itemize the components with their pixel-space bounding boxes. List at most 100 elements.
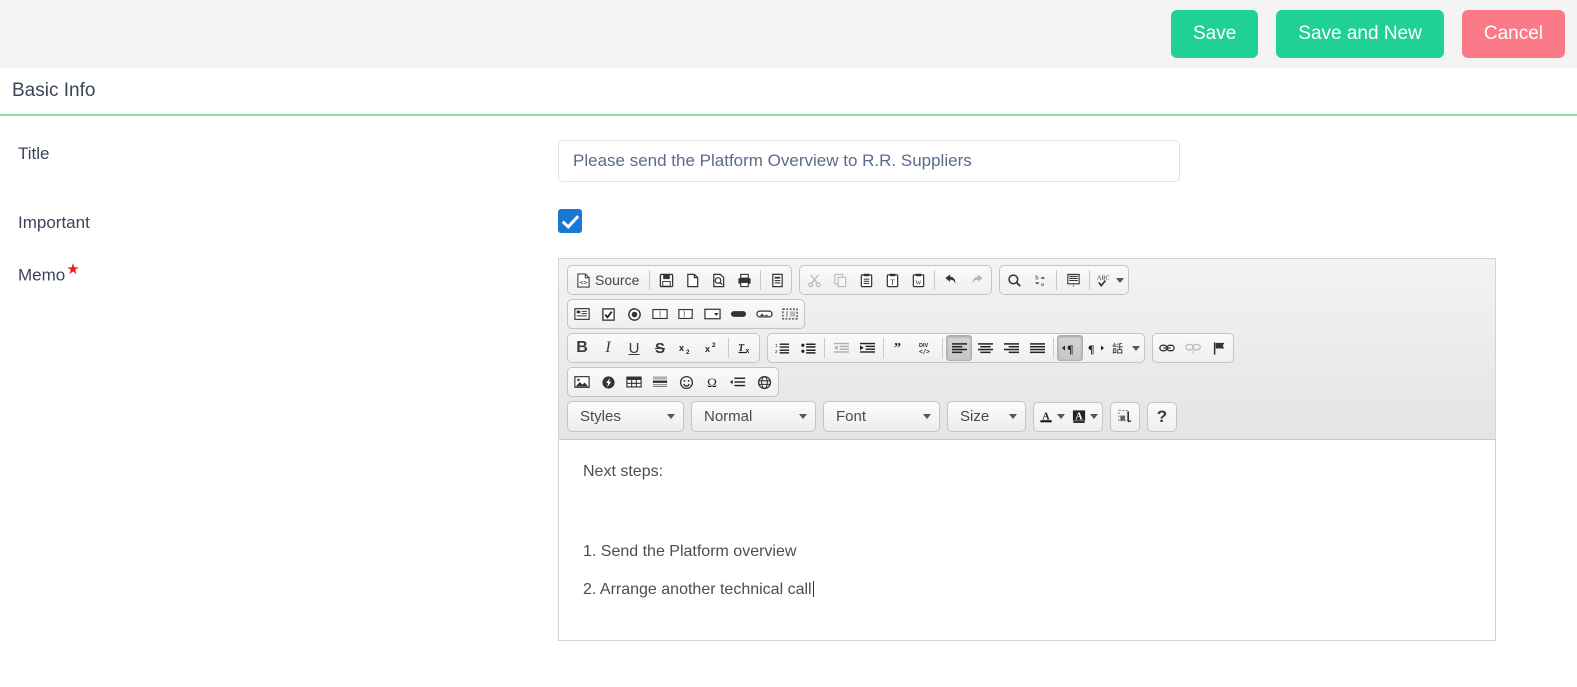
styles-combo-label: Styles (580, 408, 621, 425)
clipboard-word-icon[interactable]: W (905, 267, 931, 293)
card-header: Basic Info (0, 68, 1577, 116)
font-size-combo[interactable]: Size (947, 401, 1026, 432)
form-card: Basic Info Title Important Memo★ <> Sour… (0, 68, 1577, 687)
align-center-icon[interactable] (972, 335, 998, 361)
smiley-icon[interactable] (673, 369, 699, 395)
underline-icon[interactable]: U (621, 335, 647, 361)
spellcheck-abc-icon[interactable]: ABC (1093, 267, 1127, 293)
paragraph-format-combo[interactable]: Normal (691, 401, 816, 432)
important-label: Important (18, 213, 90, 232)
align-justify-icon[interactable] (1024, 335, 1050, 361)
styles-combo[interactable]: Styles (567, 401, 684, 432)
svg-text:x: x (679, 343, 684, 353)
memo-blank-line (583, 482, 1495, 524)
table-icon[interactable] (621, 369, 647, 395)
editing-group: ba I ABC (999, 265, 1130, 295)
italic-icon[interactable]: I (595, 335, 621, 361)
link-icon[interactable] (1154, 335, 1180, 361)
replace-ba-icon[interactable]: ba (1027, 267, 1053, 293)
undo-arrow-icon[interactable] (938, 267, 964, 293)
forms-group: I I I (567, 299, 805, 329)
source-button-label: Source (595, 272, 640, 288)
font-combo[interactable]: Font (823, 401, 940, 432)
chevron-down-icon (1057, 414, 1065, 419)
save-button[interactable]: Save (1170, 10, 1259, 58)
source-button[interactable]: <> Source (569, 267, 646, 293)
copy-pages-icon[interactable] (827, 267, 853, 293)
about-glyph: ? (1156, 407, 1168, 426)
new-page-icon[interactable] (679, 267, 705, 293)
bold-glyph: B (576, 339, 588, 356)
image-button-icon[interactable] (751, 301, 777, 327)
anchor-flag-icon[interactable] (1206, 335, 1232, 361)
floppy-disk-icon[interactable] (653, 267, 679, 293)
separator (649, 270, 651, 290)
background-color-icon[interactable]: A (1068, 404, 1101, 430)
basic-styles-group: B I U S x2 x2 Tx (567, 333, 760, 363)
printer-icon[interactable] (731, 267, 757, 293)
title-input[interactable] (558, 140, 1180, 182)
magnifier-icon[interactable] (1001, 267, 1027, 293)
clipboard-text-icon[interactable]: T (879, 267, 905, 293)
remove-format-icon[interactable]: Tx (732, 335, 758, 361)
text-field-icon[interactable]: I (647, 301, 673, 327)
radio-button-icon[interactable] (621, 301, 647, 327)
text-color-icon[interactable]: A (1035, 404, 1068, 430)
direction-rtl-icon[interactable]: ¶ (1083, 335, 1109, 361)
omega-icon[interactable]: Ω (699, 369, 725, 395)
strikethrough-icon[interactable]: S (647, 335, 673, 361)
maximize-icon[interactable] (1112, 404, 1138, 430)
blockquote-icon[interactable]: ” (887, 335, 913, 361)
outdent-icon[interactable] (828, 335, 854, 361)
redo-arrow-icon[interactable] (964, 267, 990, 293)
memo-label: Memo★ (18, 258, 558, 286)
editor-content-area[interactable]: Next steps: 1. Send the Platform overvie… (559, 440, 1495, 640)
question-mark-icon[interactable]: ? (1149, 404, 1175, 430)
select-all-icon[interactable]: I (1060, 267, 1086, 293)
globe-iframe-icon[interactable] (751, 369, 777, 395)
page-break-icon[interactable] (725, 369, 751, 395)
image-icon[interactable] (569, 369, 595, 395)
toolbar-row-2: I I I (567, 299, 1495, 329)
unlink-icon[interactable]: x (1180, 335, 1206, 361)
flash-icon[interactable] (595, 369, 621, 395)
scissors-icon[interactable] (801, 267, 827, 293)
svg-text:”: ” (893, 341, 900, 355)
align-left-icon[interactable] (946, 335, 972, 361)
select-field-icon[interactable] (699, 301, 725, 327)
memo-heading-line: Next steps: (583, 463, 664, 480)
horizontal-rule-icon[interactable] (647, 369, 673, 395)
textarea-icon[interactable]: I (673, 301, 699, 327)
svg-text:1: 1 (775, 343, 778, 348)
separator (760, 270, 762, 290)
templates-document-icon[interactable] (764, 267, 790, 293)
clipboard-icon[interactable] (853, 267, 879, 293)
bulleted-list-icon[interactable] (795, 335, 821, 361)
direction-ltr-icon[interactable]: ¶ (1057, 335, 1083, 361)
bold-icon[interactable]: B (569, 335, 595, 361)
cancel-button[interactable]: Cancel (1461, 10, 1565, 58)
language-icon[interactable]: 話 (1109, 335, 1143, 361)
create-div-icon[interactable]: DIV </> (913, 335, 939, 361)
colors-group: A A (1033, 401, 1103, 432)
preview-magnifier-icon[interactable] (705, 267, 731, 293)
field-row-title: Title (0, 140, 1577, 182)
hidden-field-icon[interactable]: I (777, 301, 803, 327)
subscript-icon[interactable]: x2 (673, 335, 699, 361)
font-combo-label: Font (836, 408, 867, 425)
memo-list-item-2: 2. Arrange another technical call (583, 580, 1495, 600)
superscript-icon[interactable]: x2 (699, 335, 725, 361)
svg-text:a: a (1041, 281, 1044, 288)
save-and-new-button[interactable]: Save and New (1276, 10, 1444, 58)
form-icon[interactable] (569, 301, 595, 327)
numbered-list-icon[interactable]: 12 (769, 335, 795, 361)
chevron-down-icon (667, 414, 675, 419)
important-checkbox[interactable] (558, 209, 582, 233)
checkbox-icon[interactable] (595, 301, 621, 327)
memo-label-text: Memo (18, 265, 66, 285)
toolbar-row-1: <> Source T W b a I ABC (567, 265, 1495, 295)
indent-icon[interactable] (854, 335, 880, 361)
memo-list-item-1: 1. Send the Platform overview (583, 543, 797, 560)
align-right-icon[interactable] (998, 335, 1024, 361)
button-field-icon[interactable] (725, 301, 751, 327)
